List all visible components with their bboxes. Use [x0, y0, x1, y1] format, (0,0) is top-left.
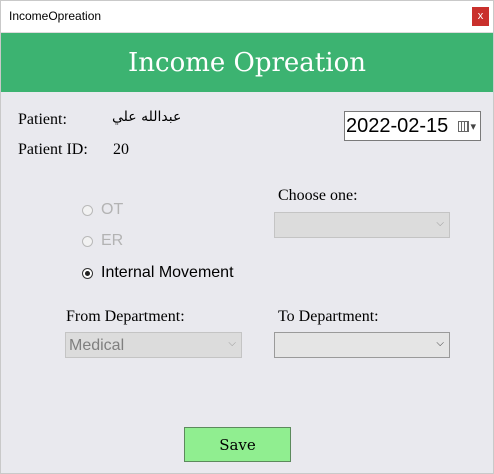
from-department-select[interactable]: Medical ⌵: [65, 332, 242, 358]
chevron-down-icon: ▾: [470, 120, 476, 133]
to-department-label: To Department:: [278, 308, 379, 325]
patient-name-label: Patient:: [18, 111, 67, 128]
radio-er-circle[interactable]: [82, 235, 93, 247]
choose-one-select[interactable]: ⌵: [274, 212, 450, 238]
income-operation-window: IncomeOpreation x Income Opreation Patie…: [0, 0, 494, 474]
from-department-label: From Department:: [66, 308, 185, 325]
choose-one-label: Choose one:: [278, 187, 358, 204]
radio-ot[interactable]: OT: [82, 201, 123, 219]
radio-internal-movement[interactable]: Internal Movement: [82, 264, 234, 282]
chevron-down-icon: ⌵: [228, 338, 236, 349]
page-header: Income Opreation: [1, 33, 493, 92]
date-picker[interactable]: 2022-02-15 ▾: [344, 111, 481, 141]
to-department-select[interactable]: ⌵: [274, 332, 450, 358]
from-department-value: Medical: [69, 337, 125, 354]
radio-internal-movement-circle[interactable]: [82, 267, 93, 279]
save-button[interactable]: Save: [184, 427, 291, 462]
page-title: Income Opreation: [128, 48, 366, 78]
calendar-icon: [458, 121, 470, 132]
close-icon: x: [477, 10, 484, 22]
radio-ot-label: OT: [101, 201, 124, 218]
radio-internal-movement-label: Internal Movement: [101, 264, 234, 281]
date-picker-dropdown[interactable]: ▾: [458, 120, 476, 133]
patient-name-value: عبدالله علي: [112, 109, 182, 125]
radio-er-label: ER: [101, 232, 124, 249]
patient-id-label: Patient ID:: [18, 141, 88, 158]
radio-ot-circle[interactable]: [82, 204, 93, 216]
chevron-down-icon: ⌵: [436, 218, 444, 229]
close-button[interactable]: x: [472, 7, 489, 26]
window-title: IncomeOpreation: [9, 9, 102, 23]
patient-id-value: 20: [113, 141, 129, 158]
radio-er[interactable]: ER: [82, 232, 123, 250]
date-value: 2022-02-15: [346, 115, 449, 137]
title-bar[interactable]: IncomeOpreation x: [1, 1, 493, 33]
chevron-down-icon: ⌵: [436, 338, 444, 349]
